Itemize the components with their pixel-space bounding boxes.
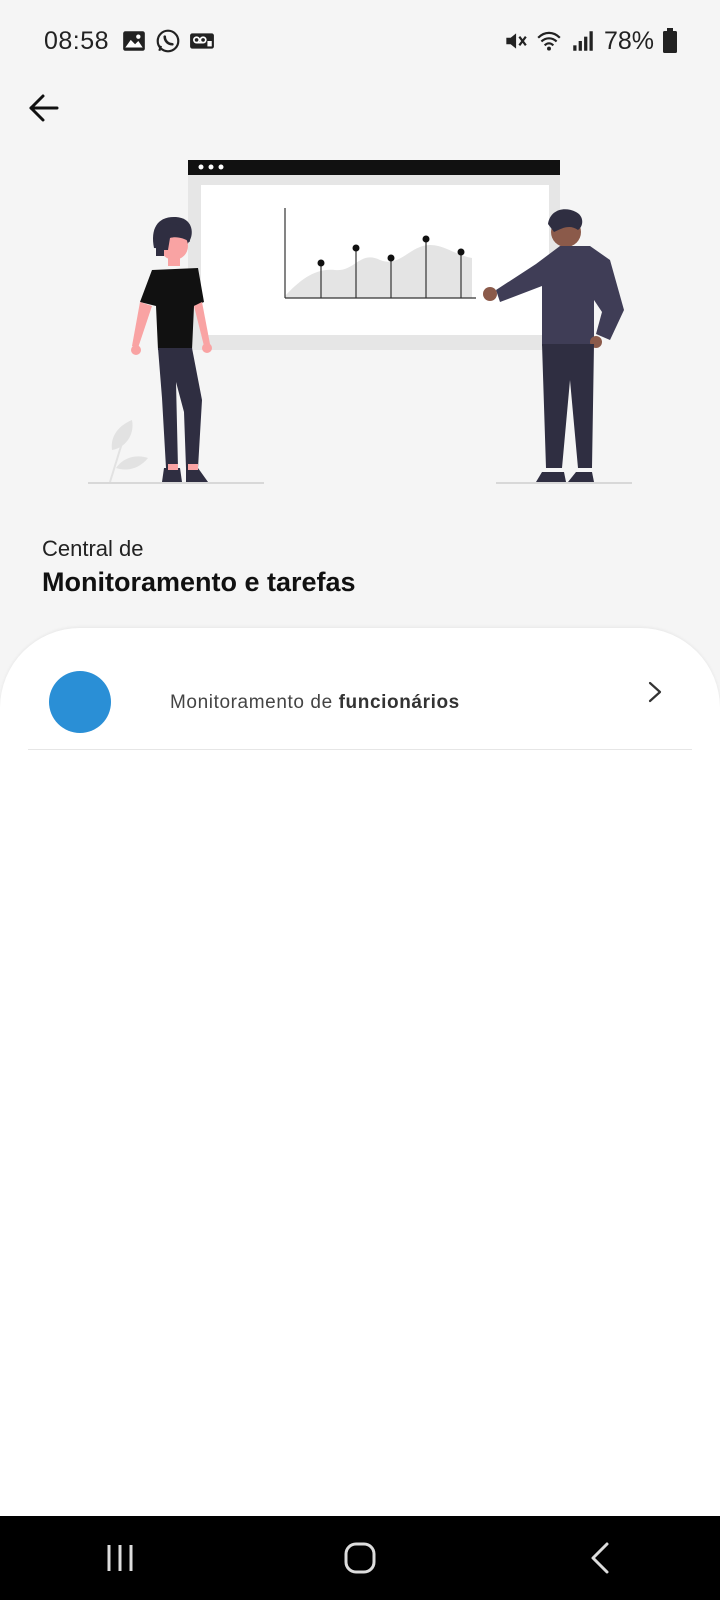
navigation-bar — [0, 1516, 720, 1600]
recent-apps-icon — [107, 1545, 133, 1571]
home-icon — [344, 1542, 376, 1574]
status-right: 78% — [502, 27, 678, 56]
chevron-right-icon — [648, 681, 662, 703]
status-left: 08:58 — [44, 27, 215, 56]
wifi-icon — [537, 31, 561, 51]
status-time: 08:58 — [44, 26, 110, 55]
list-item-label-prefix: Monitoramento de — [170, 691, 339, 713]
signal-icon — [573, 31, 593, 51]
recent-apps-button[interactable] — [90, 1528, 150, 1588]
battery-percent: 78% — [603, 26, 654, 55]
list-item-label: Monitoramento de funcionários — [170, 692, 460, 714]
arrow-left-icon — [29, 94, 59, 122]
back-nav-icon — [591, 1542, 609, 1574]
gallery-icon — [123, 31, 145, 51]
screen: 08:58 78% Central de Monitoramento e tar… — [0, 0, 720, 1600]
whatsapp-icon — [156, 29, 180, 53]
page-subtitle: Central de — [42, 536, 144, 561]
voicemail-icon — [190, 33, 214, 49]
status-bar: 08:58 78% — [0, 0, 720, 82]
home-button[interactable] — [330, 1528, 390, 1588]
battery-icon — [663, 28, 677, 53]
page-title: Monitoramento e tarefas — [42, 567, 356, 597]
list-item-label-bold: funcionários — [338, 691, 460, 713]
list-item-monitoramento-funcionarios[interactable]: Monitoramento de funcionários — [28, 666, 692, 750]
item-avatar — [49, 670, 111, 733]
back-button[interactable] — [20, 84, 68, 132]
back-nav-button[interactable] — [570, 1528, 630, 1588]
content-sheet: Monitoramento de funcionários — [0, 628, 720, 1516]
presentation-illustration — [88, 160, 632, 484]
mute-icon — [506, 33, 527, 49]
